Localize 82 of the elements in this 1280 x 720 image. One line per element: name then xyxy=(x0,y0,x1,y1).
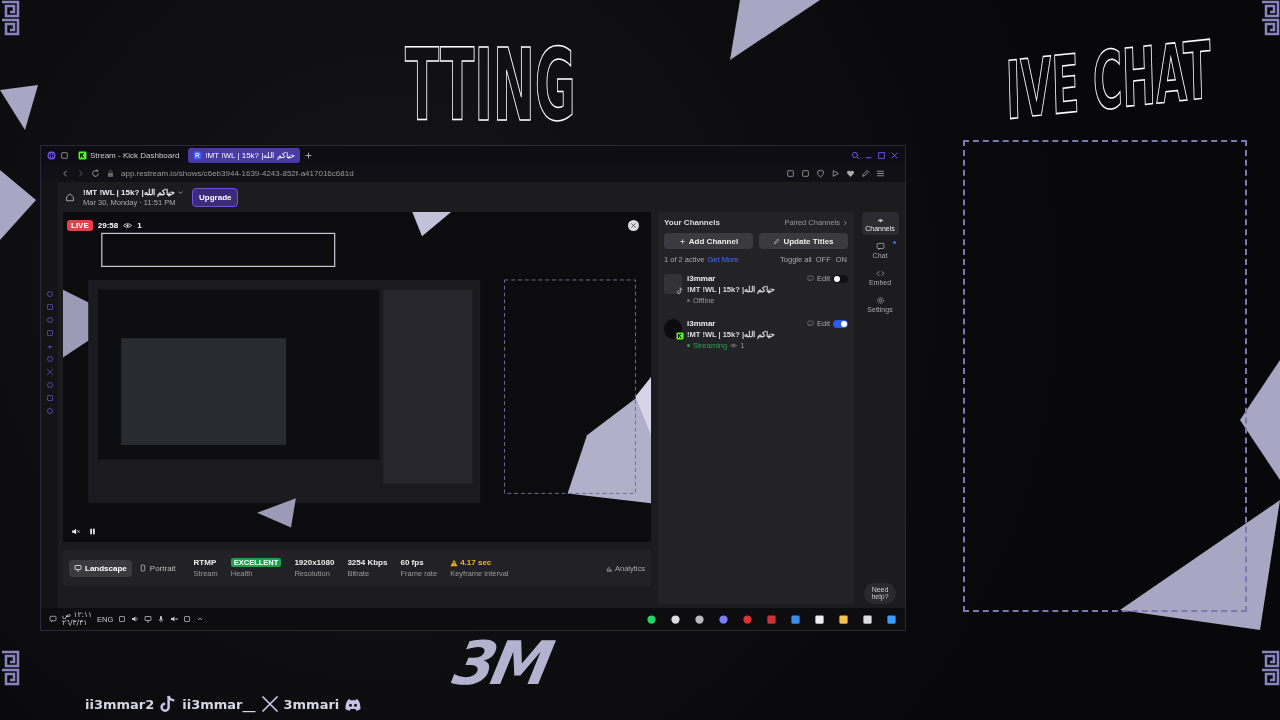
new-tab-icon[interactable] xyxy=(303,150,313,160)
maximize-icon[interactable] xyxy=(877,150,886,160)
meander-ornament xyxy=(0,650,20,686)
heart-icon[interactable] xyxy=(846,168,855,178)
lock-icon xyxy=(106,168,115,178)
close-icon xyxy=(630,222,637,229)
browser-logo-icon xyxy=(47,150,56,160)
browser-tab[interactable]: !MT !WL | 15k? |حياكم الله xyxy=(188,147,300,163)
back-icon[interactable] xyxy=(61,168,70,178)
meander-ornament xyxy=(1260,650,1280,686)
square-app-icon[interactable] xyxy=(814,613,825,625)
pause-icon[interactable] xyxy=(88,527,97,536)
home-icon[interactable] xyxy=(65,192,75,202)
mute-icon[interactable] xyxy=(170,615,179,623)
tiktok-icon xyxy=(676,287,684,295)
speaker-icon[interactable] xyxy=(131,615,140,623)
mic-icon[interactable] xyxy=(157,615,166,623)
stat-value: 4.17 sec xyxy=(460,558,492,567)
browser-tab[interactable]: Stream - Kick Dashboard xyxy=(73,147,185,163)
stat-value: RTMP xyxy=(193,558,217,567)
social-handle: ii3mmar__ xyxy=(182,696,256,712)
update-titles-button[interactable]: Update Titles xyxy=(759,233,848,249)
close-icon[interactable] xyxy=(890,150,899,160)
monitor-icon xyxy=(74,564,82,572)
panel-title: Your Channels xyxy=(664,218,720,227)
chat-icon xyxy=(875,242,885,251)
square-app-icon[interactable] xyxy=(790,613,801,625)
notification-dot xyxy=(892,241,896,244)
caret-icon[interactable] xyxy=(177,188,184,196)
shield-icon[interactable] xyxy=(816,168,825,178)
overlay-headline: IVE CHAT xyxy=(1005,30,1212,132)
social-handle: ii3mmar2 xyxy=(85,696,155,712)
live-badge: LIVE xyxy=(67,220,93,231)
stat-value: 60 fps xyxy=(400,558,424,567)
round-app-icon[interactable] xyxy=(718,613,729,625)
channel-toggle[interactable] xyxy=(833,319,848,328)
x-icon xyxy=(259,694,280,714)
meander-ornament xyxy=(0,0,20,36)
kick-logo-icon xyxy=(78,150,87,160)
restream-logo-icon xyxy=(193,150,203,160)
stat-value: 1920x1080 xyxy=(294,558,335,567)
upgrade-button[interactable]: Upgrade xyxy=(192,187,239,207)
channel-name: i3mmar xyxy=(687,319,717,328)
orientation-tab[interactable]: Portrait xyxy=(133,559,181,577)
channel-toggle[interactable] xyxy=(833,274,848,283)
address-field[interactable]: app.restream.io/shows/c6eb3944-1639-4243-852f-a417016c681d xyxy=(121,168,354,178)
phone-icon xyxy=(138,564,147,572)
orientation-tab[interactable]: Landscape xyxy=(69,559,132,577)
add-channel-button[interactable]: Add Channel xyxy=(664,233,753,249)
show-title: !MT !WL | 15k? |حياكم الله xyxy=(83,187,175,197)
reload-icon[interactable] xyxy=(91,168,100,178)
bar-chart-icon xyxy=(606,564,613,572)
plus-icon xyxy=(678,237,686,245)
round-app-icon[interactable] xyxy=(694,613,705,625)
warning-icon xyxy=(450,558,459,567)
shard-drawing xyxy=(0,170,36,240)
pencil-icon xyxy=(773,237,781,245)
social-handle: 3mmari xyxy=(283,696,340,712)
eye-icon xyxy=(730,342,738,349)
stream-timer: 29:58 xyxy=(97,221,119,230)
viewer-count: 1 xyxy=(137,221,142,230)
code-icon xyxy=(875,269,885,278)
overlay-headline: TTING xyxy=(405,36,576,136)
meander-ornament xyxy=(1260,0,1280,36)
chevron-icon xyxy=(842,219,848,226)
monitor-icon[interactable] xyxy=(144,615,153,623)
stat-value: 3254 Kbps xyxy=(347,558,388,567)
logo: 3M xyxy=(447,628,556,698)
menu-icon[interactable] xyxy=(876,168,885,178)
round-app-icon[interactable] xyxy=(646,613,657,625)
channel-name: i3mmar xyxy=(687,274,717,283)
square-app-icon[interactable] xyxy=(838,613,849,625)
search-icon[interactable] xyxy=(851,150,860,160)
mute-icon[interactable] xyxy=(71,527,80,536)
close-button[interactable] xyxy=(628,220,639,231)
send-icon[interactable] xyxy=(831,168,840,178)
notification-icon[interactable] xyxy=(49,615,57,623)
eye-icon xyxy=(123,221,133,230)
square-app-icon[interactable] xyxy=(862,613,873,625)
settings-icon xyxy=(875,296,885,305)
round-app-icon[interactable] xyxy=(670,613,681,625)
square-app-icon[interactable] xyxy=(886,613,897,625)
